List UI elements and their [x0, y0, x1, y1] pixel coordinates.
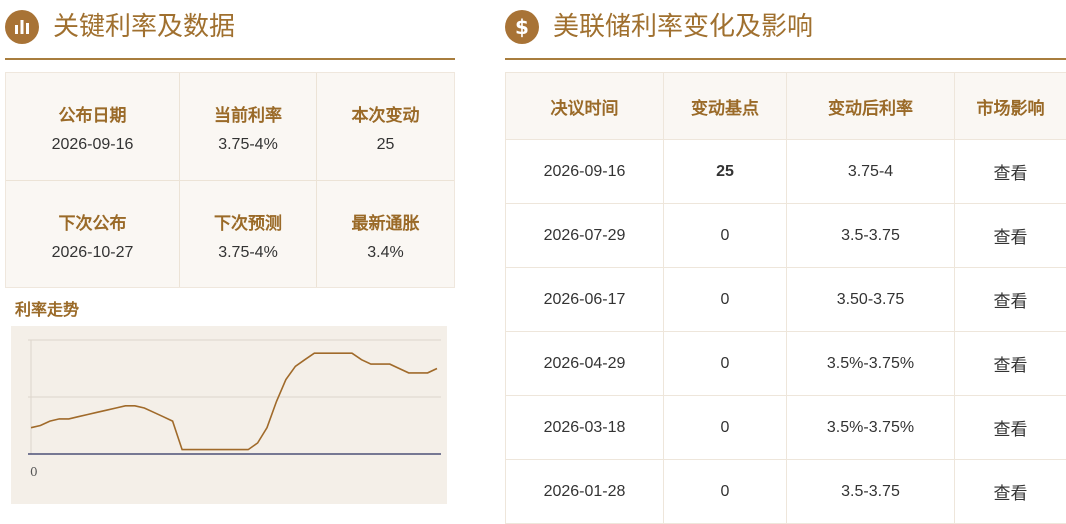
col-header-date: 决议时间	[506, 73, 664, 140]
trend-title: 利率走势	[15, 296, 79, 320]
stat-value: 2026-10-27	[6, 244, 179, 262]
view-impact-link[interactable]: 查看	[955, 332, 1066, 396]
svg-text:$: $	[515, 15, 529, 39]
stat-label: 公布日期	[6, 101, 179, 126]
table-row: 2026-09-16 25 3.75-4 查看	[506, 140, 1066, 204]
fed-rate-header: $ 美联储利率变化及影响	[505, 0, 1066, 60]
key-rates-panel: 关键利率及数据 公布日期 2026-09-16 当前利率 3.75-4% 本次变…	[5, 0, 455, 510]
cell-bp: 0	[664, 396, 787, 460]
trend-line	[31, 353, 437, 449]
view-impact-link[interactable]: 查看	[955, 396, 1066, 460]
fed-rate-table: 决议时间 变动基点 变动后利率 市场影响 2026-09-16 25 3.75-…	[505, 72, 1066, 524]
col-header-impact: 市场影响	[955, 73, 1066, 140]
stat-publish-date: 公布日期 2026-09-16	[6, 73, 180, 181]
stat-current-rate: 当前利率 3.75-4%	[180, 73, 317, 181]
view-impact-link[interactable]: 查看	[955, 268, 1066, 332]
stats-grid: 公布日期 2026-09-16 当前利率 3.75-4% 本次变动 25 下次公…	[5, 72, 455, 288]
stat-label: 本次变动	[317, 101, 454, 126]
cell-date: 2026-07-29	[506, 204, 664, 268]
cell-rate: 3.50-3.75	[787, 268, 955, 332]
col-header-rate: 变动后利率	[787, 73, 955, 140]
cell-bp: 0	[664, 268, 787, 332]
fed-rate-title: 美联储利率变化及影响	[553, 10, 813, 44]
stat-label: 当前利率	[180, 101, 316, 126]
axis-zero-label: 0	[30, 465, 38, 479]
view-impact-link[interactable]: 查看	[955, 204, 1066, 268]
cell-date: 2026-04-29	[506, 332, 664, 396]
cell-rate: 3.5-3.75	[787, 460, 955, 524]
col-header-bp: 变动基点	[664, 73, 787, 140]
stat-value: 3.4%	[317, 244, 454, 262]
cell-bp: 0	[664, 460, 787, 524]
table-row: 2026-01-28 0 3.5-3.75 查看	[506, 460, 1066, 524]
table-row: 2026-06-17 0 3.50-3.75 查看	[506, 268, 1066, 332]
cell-date: 2026-01-28	[506, 460, 664, 524]
cell-date: 2026-06-17	[506, 268, 664, 332]
key-rates-title: 关键利率及数据	[53, 10, 235, 44]
cell-rate: 3.5%-3.75%	[787, 396, 955, 460]
cell-bp: 25	[664, 140, 787, 204]
table-header-row: 决议时间 变动基点 变动后利率 市场影响	[506, 73, 1066, 140]
cell-rate: 3.5%-3.75%	[787, 332, 955, 396]
stat-label: 最新通胀	[317, 209, 454, 234]
stat-value: 3.75-4%	[180, 136, 316, 154]
cell-date: 2026-09-16	[506, 140, 664, 204]
fed-rate-panel: $ 美联储利率变化及影响 决议时间 变动基点 变动后利率 市场影响 2026-0…	[505, 0, 1066, 510]
cell-rate: 3.75-4	[787, 140, 955, 204]
stat-value: 25	[317, 136, 454, 154]
cell-bp: 0	[664, 204, 787, 268]
stat-label: 下次公布	[6, 209, 179, 234]
stat-change: 本次变动 25	[317, 73, 454, 181]
dollar-icon: $	[505, 10, 539, 44]
stat-latest-inflation: 最新通胀 3.4%	[317, 181, 454, 287]
rate-trend-chart: 0	[11, 326, 447, 504]
cell-date: 2026-03-18	[506, 396, 664, 460]
bar-chart-icon	[5, 10, 39, 44]
table-row: 2026-07-29 0 3.5-3.75 查看	[506, 204, 1066, 268]
key-rates-header: 关键利率及数据	[5, 0, 455, 60]
stat-next-publish: 下次公布 2026-10-27	[6, 181, 180, 287]
stat-label: 下次预测	[180, 209, 316, 234]
stat-value: 2026-09-16	[6, 136, 179, 154]
cell-bp: 0	[664, 332, 787, 396]
stat-next-forecast: 下次预测 3.75-4%	[180, 181, 317, 287]
table-row: 2026-04-29 0 3.5%-3.75% 查看	[506, 332, 1066, 396]
view-impact-link[interactable]: 查看	[955, 460, 1066, 524]
stat-value: 3.75-4%	[180, 244, 316, 262]
cell-rate: 3.5-3.75	[787, 204, 955, 268]
view-impact-link[interactable]: 查看	[955, 140, 1066, 204]
table-row: 2026-03-18 0 3.5%-3.75% 查看	[506, 396, 1066, 460]
rate-trend-svg: 0	[11, 326, 447, 504]
